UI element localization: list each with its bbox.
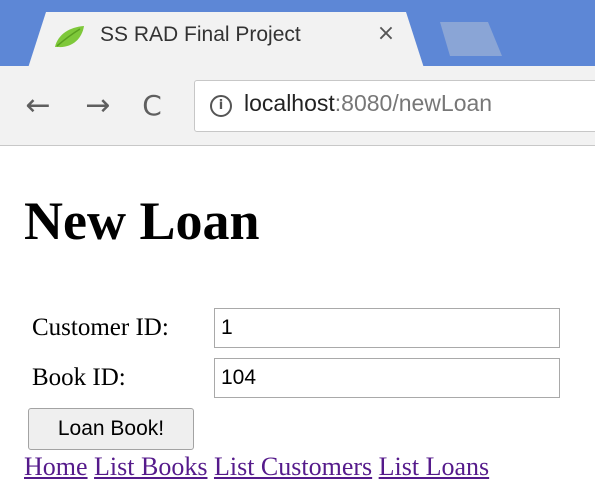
book-id-input[interactable] <box>214 358 560 398</box>
list-customers-link[interactable]: List Customers <box>214 452 372 481</box>
customer-id-input[interactable] <box>214 308 560 348</box>
leaf-icon <box>55 26 84 48</box>
loan-book-button[interactable]: Loan Book! <box>28 408 194 450</box>
url-host: localhost <box>244 90 335 116</box>
list-loans-link[interactable]: List Loans <box>379 452 490 481</box>
home-link[interactable]: Home <box>24 452 88 481</box>
reload-icon[interactable]: C <box>134 88 170 124</box>
info-icon[interactable]: i <box>210 95 232 117</box>
page-title: New Loan <box>24 191 260 251</box>
nav-links: Home List Books List Customers List Loan… <box>24 452 489 482</box>
back-icon[interactable]: ← <box>20 88 56 124</box>
list-books-link[interactable]: List Books <box>94 452 207 481</box>
close-icon[interactable]: × <box>372 20 400 48</box>
customer-id-label: Customer ID: <box>32 314 169 341</box>
url-path: :8080/newLoan <box>334 90 493 116</box>
url-text[interactable]: localhost:8080/newLoan <box>244 90 492 117</box>
book-id-label: Book ID: <box>32 364 126 391</box>
forward-icon[interactable]: → <box>80 88 116 124</box>
tab-title: SS RAD Final Project <box>100 23 301 46</box>
